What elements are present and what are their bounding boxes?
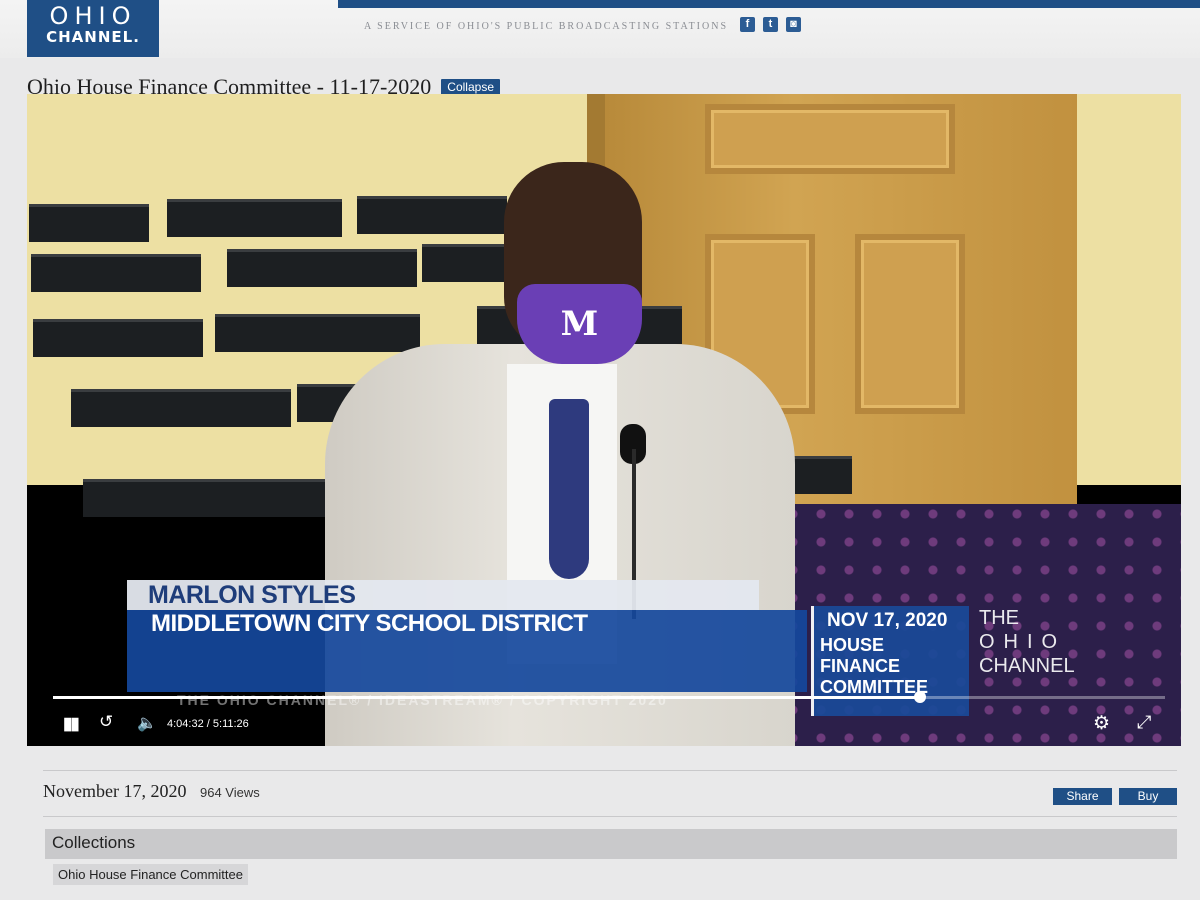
video-player[interactable]: M MARLON STYLES MIDDLETOWN CITY SCHOOL D… [27,94,1181,746]
bench [31,254,201,292]
bench [83,479,333,517]
divider [43,816,1177,817]
fullscreen-icon[interactable]: ⤢ [1137,712,1151,733]
watermark-the: THE [979,607,1019,629]
video-date: November 17, 2020 [43,781,187,801]
facebook-icon[interactable]: f [740,17,755,32]
speaker-tie [549,399,589,579]
logo-line1: OHIO [49,2,137,30]
broadcast-date: NOV 17, 2020 [827,610,948,631]
bench [167,199,342,237]
speaker-organization: MIDDLETOWN CITY SCHOOL DISTRICT [151,610,588,637]
bench [33,319,203,357]
logo-line2: CHANNEL. [46,28,140,46]
rewind-10-icon[interactable]: ↺ [99,712,113,732]
bench [227,249,417,287]
time-display: 4:04:32 / 5:11:26 [167,718,249,730]
view-count: 964 Views [200,785,260,800]
instagram-icon[interactable]: ◙ [786,17,801,32]
collections-heading: Collections [45,829,1177,859]
progress-fill [53,696,921,699]
divider [43,770,1177,771]
volume-icon[interactable]: 🔈 [137,713,157,733]
collection-link[interactable]: Ohio House Finance Committee [53,864,248,885]
bench [357,196,507,234]
event-line: FINANCE [820,656,900,676]
bench [29,204,149,242]
time-separator: / [206,718,210,730]
watermark-channel: CHANNEL [979,655,1075,677]
settings-gear-icon[interactable]: ⚙ [1093,712,1110,735]
site-tagline: A SERVICE OF OHIO'S PUBLIC BROADCASTING … [364,21,729,32]
collapse-button[interactable]: Collapse [441,79,500,95]
bench [71,389,291,427]
speaker-name: MARLON STYLES [148,581,356,609]
player-controls: ▮▮ ↺ 🔈 4:04:32 / 5:11:26 ⚙ ⤢ [27,706,1181,742]
bench [215,314,420,352]
door-panel [705,104,955,174]
watermark-ohio: OHIO [979,631,1067,653]
social-links: f t ◙ [740,17,801,32]
progress-bar[interactable] [53,691,1165,703]
buy-button[interactable]: Buy [1119,788,1177,805]
door-panel [855,234,965,414]
twitter-icon[interactable]: t [763,17,778,32]
site-header: OHIO CHANNEL. A SERVICE OF OHIO'S PUBLIC… [0,0,1200,58]
face-mask-logo: M [517,284,642,364]
share-button[interactable]: Share [1053,788,1112,805]
duration: 5:11:26 [212,718,249,730]
search-bar-strip[interactable] [338,0,1200,8]
ohio-channel-logo[interactable]: OHIO CHANNEL. [27,0,159,57]
current-time: 4:04:32 [167,718,204,730]
pause-icon[interactable]: ▮▮ [63,714,80,734]
bench [422,244,512,282]
ohio-channel-watermark: THE OHIO CHANNEL [979,606,1075,678]
event-name: HOUSE FINANCE COMMITTEE [820,635,940,698]
event-line: HOUSE [820,635,885,655]
